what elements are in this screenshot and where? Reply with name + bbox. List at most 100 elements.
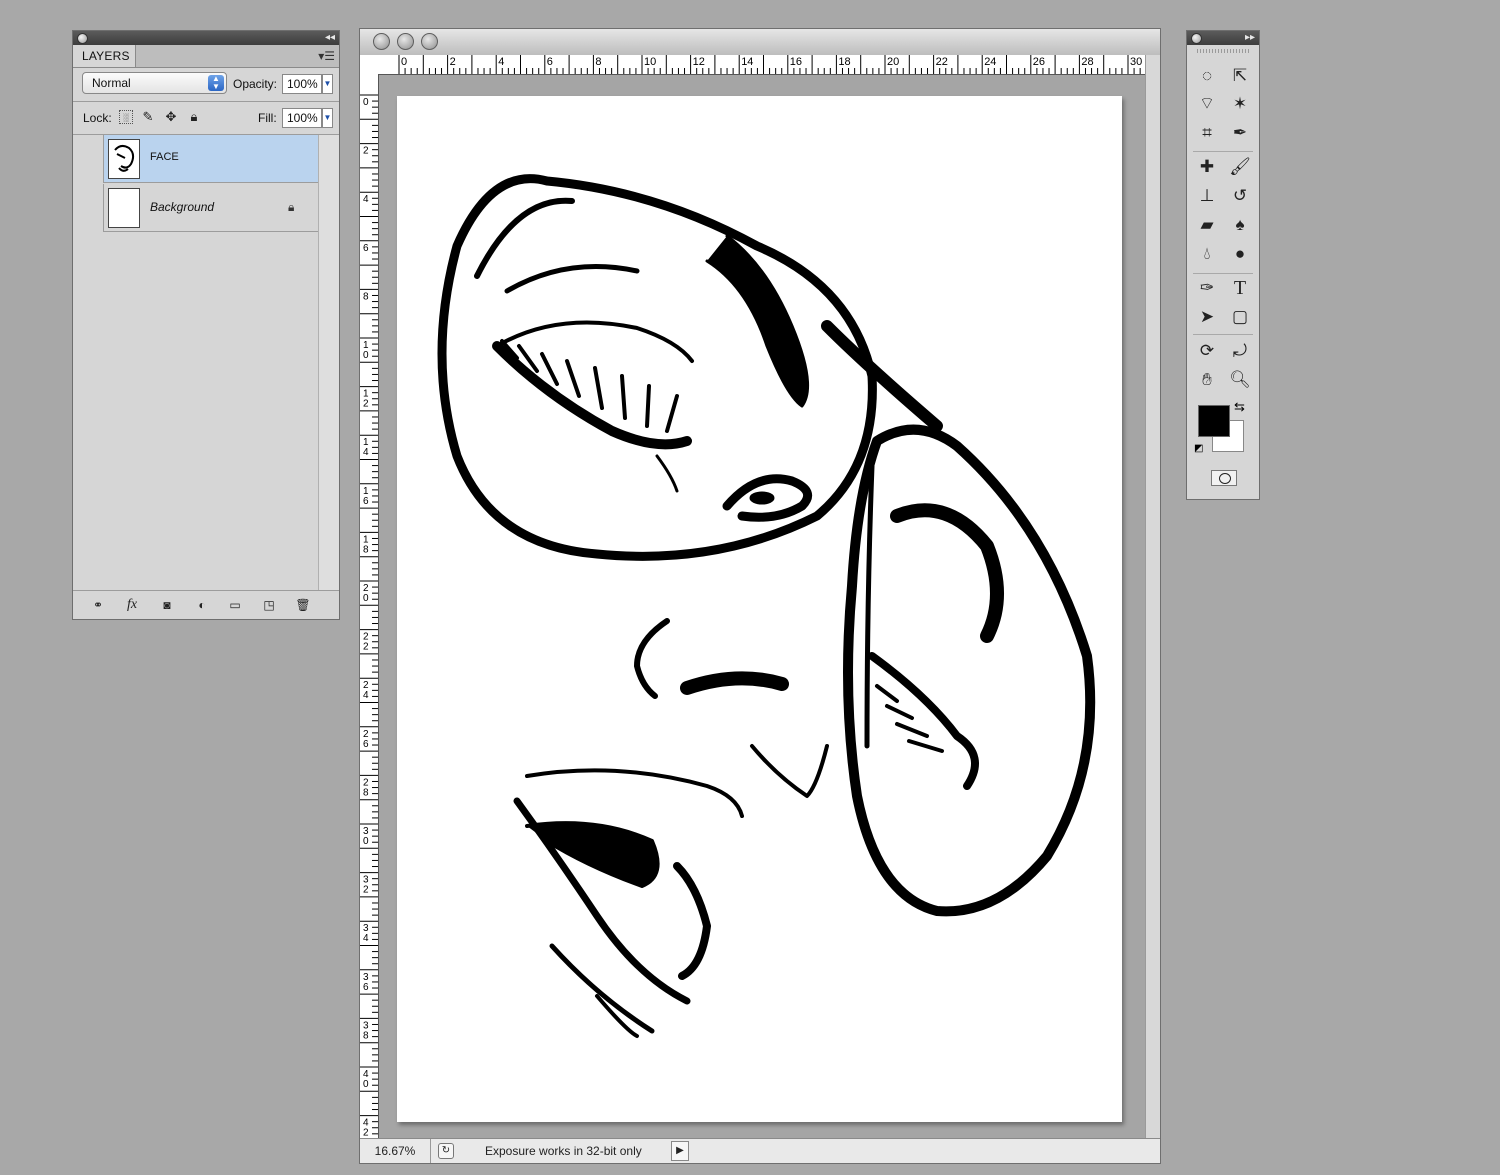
adjustment-layer-icon[interactable]: ◐ [193, 597, 211, 613]
ruler-label: 18 [838, 56, 850, 68]
brush-tool-icon[interactable]: 🖌︎ [1227, 155, 1253, 179]
close-panel-icon[interactable] [1191, 33, 1202, 44]
horizontal-ruler-ticks: 0 2 4 6 8 10 12 14 16 18 20 22 24 26 28 30 [398, 55, 1146, 74]
layer-row-face[interactable]: FACE [103, 135, 319, 183]
fx-icon[interactable]: fx [123, 597, 141, 613]
status-message: Exposure works in 32-bit only [485, 1144, 642, 1158]
trash-icon[interactable]: 🗑︎ [294, 597, 312, 613]
ruler-label: 2 [363, 642, 369, 653]
layer-lock-icon: 🔒︎ [288, 200, 295, 214]
ruler-origin[interactable] [360, 55, 379, 75]
marquee-tool-icon[interactable]: ◌ [1194, 64, 1220, 88]
layers-footer: ⚭ fx ◙ ◐ ▭ ◳ 🗑︎ [73, 590, 339, 619]
horizontal-ruler[interactable]: 0 2 4 6 8 10 12 14 16 18 20 22 24 26 28 30 [378, 55, 1146, 75]
eyedropper-tool-icon[interactable]: ✒ [1227, 121, 1253, 145]
lock-position-icon[interactable]: ✥ [164, 110, 178, 124]
tools-panel: ▸▸ ◌ ⇱ ⌔ ✶ ⌗ ✒ ✚ 🖌︎ ⊥ ↺ ▰ ♠ 💧︎ ● ✑ T ➤ ▢… [1186, 30, 1260, 500]
magic-wand-tool-icon[interactable]: ✶ [1227, 92, 1253, 116]
pen-tool-icon[interactable]: ✑ [1194, 276, 1220, 300]
ruler-label: 0 [401, 56, 407, 68]
layer-thumbnail [108, 188, 140, 228]
zoom-tool-icon[interactable]: 🔍︎ [1227, 368, 1253, 392]
add-mask-icon[interactable]: ◙ [158, 597, 176, 613]
ruler-label: 4 [363, 933, 369, 944]
history-brush-tool-icon[interactable]: ↺ [1227, 184, 1253, 208]
ruler-label: 4 [363, 447, 369, 458]
fill-dropdown-icon[interactable]: ▼ [322, 108, 333, 128]
collapse-panel-icon[interactable]: ◂◂ [325, 31, 335, 45]
default-colors-icon[interactable]: ◩ [1194, 443, 1206, 455]
vertical-ruler-ticks: 024681012141618202224262830323436384042 [360, 94, 378, 1139]
lock-all-icon[interactable]: 🔒︎ [187, 110, 201, 124]
crop-tool-icon[interactable]: ⌗ [1194, 121, 1220, 145]
status-info-icon[interactable]: ↻ [438, 1143, 454, 1159]
status-menu-arrow-icon[interactable]: ▶ [671, 1141, 689, 1161]
layer-name[interactable]: FACE [150, 151, 179, 163]
3d-orbit-tool-icon[interactable]: ⤾ [1227, 339, 1253, 363]
divider [1193, 334, 1253, 335]
move-tool-icon[interactable]: ⇱ [1227, 64, 1253, 88]
tab-layers[interactable]: LAYERS [73, 45, 136, 67]
document-vertical-scrollbar[interactable] [1145, 55, 1160, 1139]
layers-tabbar: LAYERS ▾☰ [73, 45, 339, 68]
clone-stamp-tool-icon[interactable]: ⊥ [1194, 184, 1220, 208]
ruler-label: 4 [498, 56, 504, 68]
foreground-color-swatch[interactable] [1198, 405, 1230, 437]
paint-bucket-tool-icon[interactable]: ♠ [1227, 213, 1253, 237]
layers-scrollbar[interactable] [318, 135, 339, 591]
panel-menu-icon[interactable]: ▾☰ [318, 49, 335, 63]
ruler-label: 6 [363, 982, 369, 993]
tools-panel-titlebar[interactable]: ▸▸ [1187, 31, 1259, 45]
opacity-input[interactable]: 100% [282, 74, 322, 94]
opacity-dropdown-icon[interactable]: ▼ [322, 74, 333, 94]
panel-grip[interactable] [1197, 49, 1249, 53]
ruler-label: 16 [790, 56, 802, 68]
ruler-label: 28 [1081, 56, 1093, 68]
swap-colors-icon[interactable]: ⇆ [1234, 399, 1245, 415]
new-group-icon[interactable]: ▭ [226, 597, 244, 613]
3d-rotate-tool-icon[interactable]: ⟳ [1194, 339, 1220, 363]
lock-transparency-icon[interactable]: ░ [119, 110, 133, 124]
lock-pixels-icon[interactable]: ✎ [141, 110, 155, 124]
eraser-tool-icon[interactable]: ▰ [1194, 213, 1220, 237]
vertical-ruler[interactable]: 024681012141618202224262830323436384042 [360, 74, 379, 1139]
quick-mask-button[interactable] [1211, 470, 1237, 486]
fill-label: Fill: [258, 111, 277, 125]
ruler-label: 22 [936, 56, 948, 68]
path-selection-tool-icon[interactable]: ➤ [1194, 305, 1220, 329]
ruler-label: 2 [363, 1128, 369, 1139]
canvas-area[interactable] [379, 75, 1146, 1139]
expand-panel-icon[interactable]: ▸▸ [1245, 31, 1255, 45]
hand-tool-icon[interactable]: ✋︎ [1194, 368, 1220, 392]
lasso-tool-icon[interactable]: ⌔ [1194, 92, 1220, 116]
fill-input[interactable]: 100% [282, 108, 322, 128]
ruler-label: 6 [547, 56, 553, 68]
layer-name[interactable]: Background [150, 200, 214, 214]
ruler-label: 24 [984, 56, 996, 68]
close-window-icon[interactable] [373, 33, 390, 50]
ruler-label: 2 [363, 146, 369, 157]
ruler-label: 8 [363, 544, 369, 555]
ruler-label: 0 [363, 836, 369, 847]
dodge-tool-icon[interactable]: ● [1227, 242, 1253, 266]
zoom-level-field[interactable]: 16.67% [360, 1139, 431, 1163]
close-panel-icon[interactable] [77, 33, 88, 44]
ruler-label: 0 [363, 97, 369, 108]
quick-mask-icon [1219, 473, 1231, 484]
healing-brush-tool-icon[interactable]: ✚ [1194, 155, 1220, 179]
type-tool-icon[interactable]: T [1227, 276, 1253, 300]
new-layer-icon[interactable]: ◳ [260, 597, 278, 613]
link-layers-icon[interactable]: ⚭ [89, 597, 107, 613]
shape-tool-icon[interactable]: ▢ [1227, 305, 1253, 329]
blur-tool-icon[interactable]: 💧︎ [1194, 242, 1220, 266]
lock-label: Lock: [83, 111, 112, 125]
blend-mode-select[interactable]: Normal ▲ ▼ [82, 72, 227, 94]
minimize-window-icon[interactable] [397, 33, 414, 50]
document-canvas[interactable] [397, 96, 1122, 1122]
layer-row-background[interactable]: Background 🔒︎ [103, 184, 319, 232]
layers-panel-titlebar[interactable]: ◂◂ [73, 31, 339, 45]
layer-thumbnail [108, 139, 140, 179]
ruler-label: 8 [363, 291, 369, 302]
document-titlebar[interactable] [360, 29, 1160, 56]
zoom-window-icon[interactable] [421, 33, 438, 50]
